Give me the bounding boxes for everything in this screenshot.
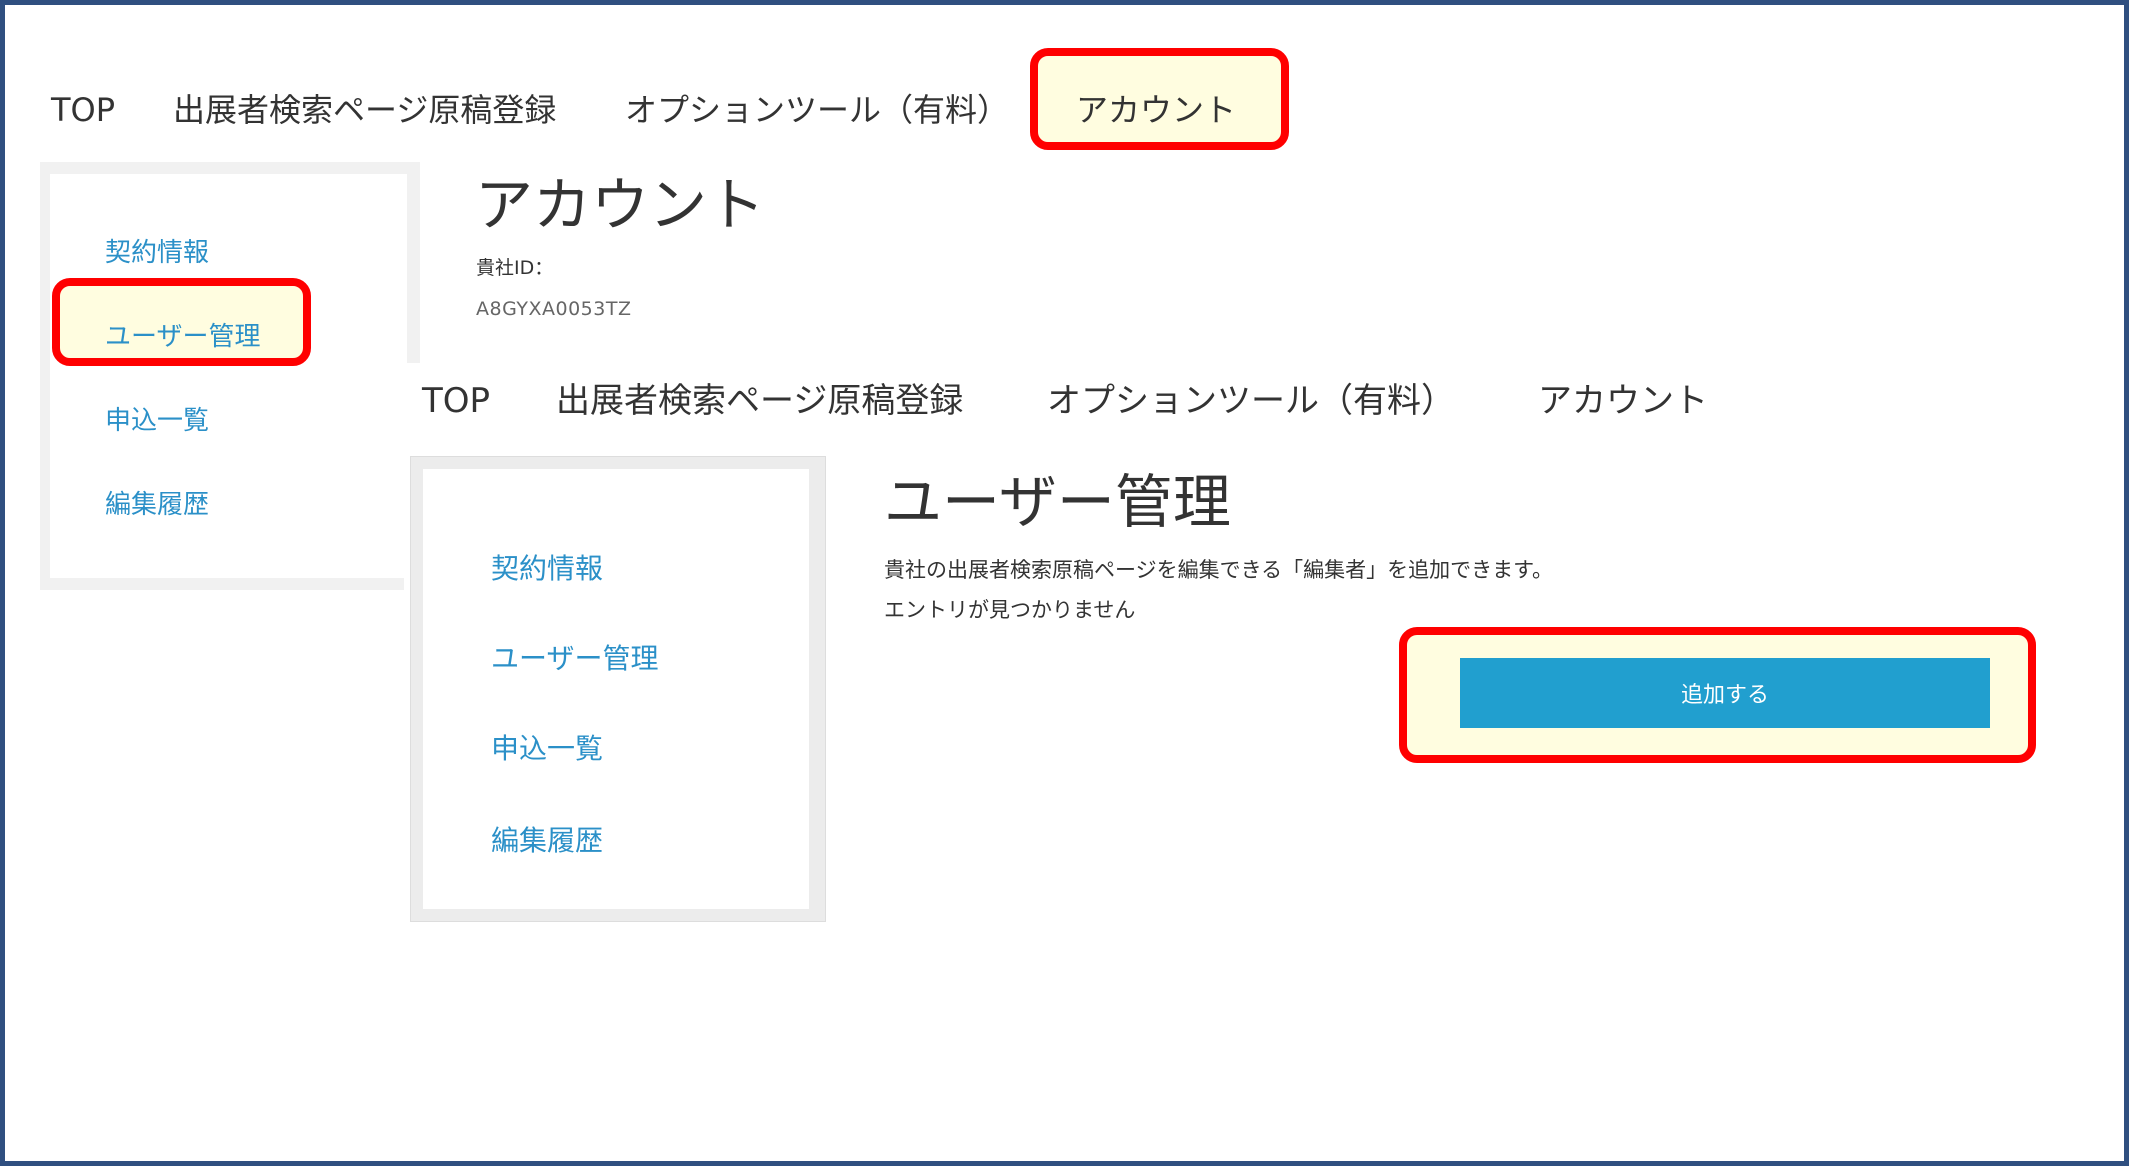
nav-top[interactable]: TOP	[51, 88, 115, 132]
add-editor-button[interactable]: 追加する	[1460, 658, 1990, 728]
sidebar-item-user-management[interactable]: ユーザー管理	[491, 637, 658, 677]
nav-account[interactable]: アカウント	[1076, 88, 1236, 132]
sidebar-item-contract-info[interactable]: 契約情報	[105, 232, 209, 269]
company-id-value: A8GYXA0053TZ	[476, 298, 632, 320]
sidebar-item-applications[interactable]: 申込一覧	[105, 400, 209, 437]
nav-exhibitor-search-registration[interactable]: 出展者検索ページ原稿登録	[556, 378, 963, 424]
nav-account[interactable]: アカウント	[1538, 378, 1708, 424]
nav-option-tools[interactable]: オプションツール（有料）	[1047, 378, 1455, 424]
nav-exhibitor-search-registration[interactable]: 出展者検索ページ原稿登録	[173, 88, 556, 132]
page-title-user-management: ユーザー管理	[884, 468, 1231, 536]
sidebar-back-inner	[50, 174, 407, 578]
company-id-label: 貴社ID：	[476, 257, 554, 279]
empty-entries-message: エントリが見つかりません	[884, 598, 1136, 622]
sidebar-item-applications[interactable]: 申込一覧	[491, 727, 603, 767]
page-title-account: アカウント	[475, 171, 766, 239]
sidebar-back	[40, 162, 420, 590]
sidebar-item-edit-history[interactable]: 編集履歴	[491, 819, 603, 859]
sidebar-item-edit-history[interactable]: 編集履歴	[105, 484, 209, 521]
sidebar-item-contract-info[interactable]: 契約情報	[491, 547, 603, 587]
sidebar-item-user-management[interactable]: ユーザー管理	[105, 316, 260, 353]
sidebar-front-inner: 契約情報 ユーザー管理 申込一覧 編集履歴	[423, 469, 809, 909]
sidebar-front: 契約情報 ユーザー管理 申込一覧 編集履歴	[410, 456, 826, 922]
nav-top[interactable]: TOP	[422, 378, 490, 424]
nav-option-tools[interactable]: オプションツール（有料）	[625, 88, 1009, 132]
page-description: 貴社の出展者検索原稿ページを編集できる「編集者」を追加できます。	[884, 558, 1554, 582]
